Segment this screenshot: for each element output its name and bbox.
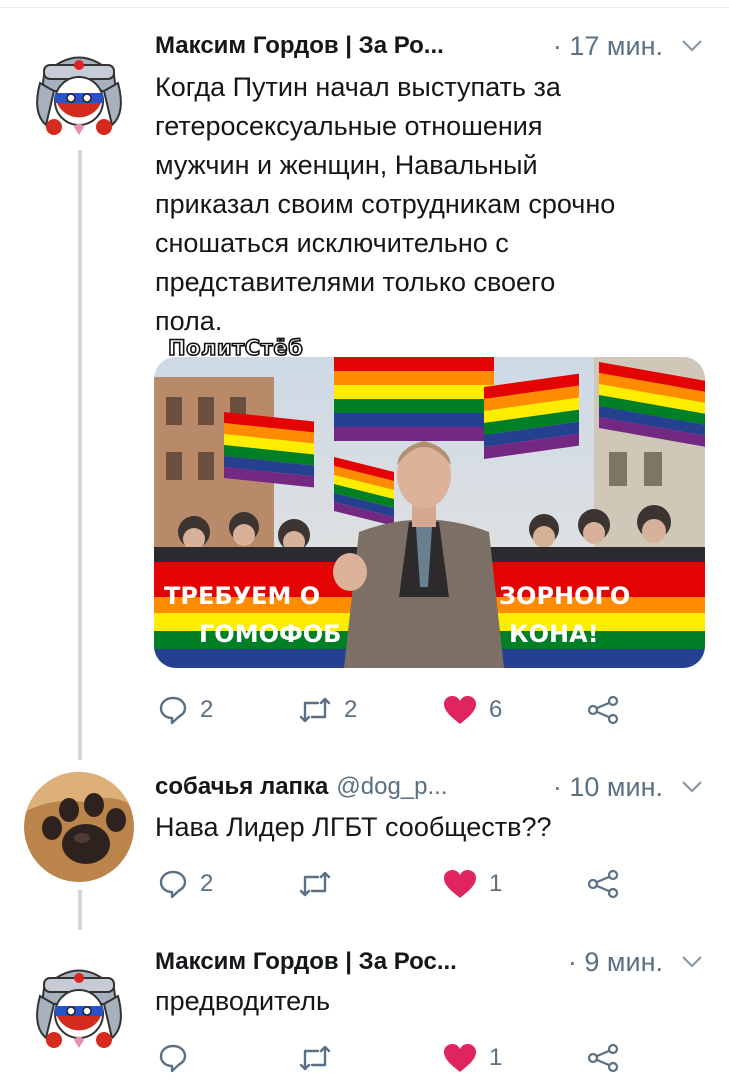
reply-button[interactable] [158,1036,200,1080]
tweet-header: собачья лапка @dog_p... · 10 мин. [155,767,703,807]
retweet-button[interactable] [298,862,344,906]
tweet-media-photo[interactable]: ТРЕБУЕМ О ЗОРНОГО ГОМОФОБ КОНА! [154,357,705,668]
tweet-text: Когда Путин начал выступать за гетеросек… [155,72,616,336]
like-icon [444,1044,476,1072]
thread-line [78,150,82,760]
avatar[interactable] [24,35,134,145]
author-name[interactable]: собачья лапка [155,773,328,801]
tweet-actions: 2 1 [158,862,628,906]
tweet-text: предводитель [155,986,331,1016]
like-count: 6 [489,696,503,723]
share-button[interactable] [586,862,620,906]
reply-icon [159,870,187,899]
share-icon [587,869,619,899]
chevron-down-icon[interactable] [681,780,703,794]
banner-text-1b: ЗОРНОГО [499,582,630,610]
retweet-button[interactable]: 2 [298,688,357,732]
like-count: 1 [489,870,503,897]
author-name[interactable]: Максим Гордов | За Рос... [155,948,457,976]
banner-text-2b: КОНА! [509,620,599,648]
retweet-button[interactable] [298,1036,344,1080]
retweet-icon [299,697,331,723]
thread-line [78,890,82,930]
tweet-header: Максим Гордов | За Ро... · 17 мин. [155,26,703,66]
retweet-count: 2 [344,696,358,723]
tweet-text: Нава Лидер ЛГБТ сообществ?? [155,812,552,842]
watermark-text: ПолитСтёб [167,335,304,361]
avatar[interactable] [24,772,134,882]
reply-count: 2 [200,696,214,723]
like-button[interactable]: 1 [443,1036,502,1080]
avatar[interactable] [24,948,134,1058]
reply-icon [159,696,187,725]
author-name[interactable]: Максим Гордов | За Ро... [155,32,444,60]
like-count: 1 [489,1044,503,1071]
reply-button[interactable]: 2 [158,862,213,906]
share-button[interactable] [586,1036,620,1080]
share-icon [587,695,619,725]
banner-text-1a: ТРЕБУЕМ О [164,582,320,610]
share-icon [587,1043,619,1073]
retweet-icon [299,871,331,897]
chevron-down-icon[interactable] [681,955,703,969]
tweet-actions: 2 2 6 [158,688,628,732]
timestamp[interactable]: · 10 мин. [553,772,663,803]
like-icon [444,696,476,724]
reply-count: 2 [200,870,214,897]
author-handle[interactable]: @dog_p... [336,773,447,801]
tweet-header: Максим Гордов | За Рос... · 9 мин. [155,942,703,982]
retweet-icon [299,1045,331,1071]
tweet-actions: 1 [158,1036,628,1080]
like-button[interactable]: 6 [443,688,502,732]
timestamp[interactable]: · 17 мин. [553,31,663,62]
like-button[interactable]: 1 [443,862,502,906]
chevron-down-icon[interactable] [681,39,703,53]
like-icon [444,870,476,898]
timestamp[interactable]: · 9 мин. [568,947,663,978]
banner-text-2a: ГОМОФОБ [199,620,341,648]
share-button[interactable] [586,688,620,732]
top-divider [0,0,729,8]
reply-icon [159,1044,187,1073]
reply-button[interactable]: 2 [158,688,213,732]
